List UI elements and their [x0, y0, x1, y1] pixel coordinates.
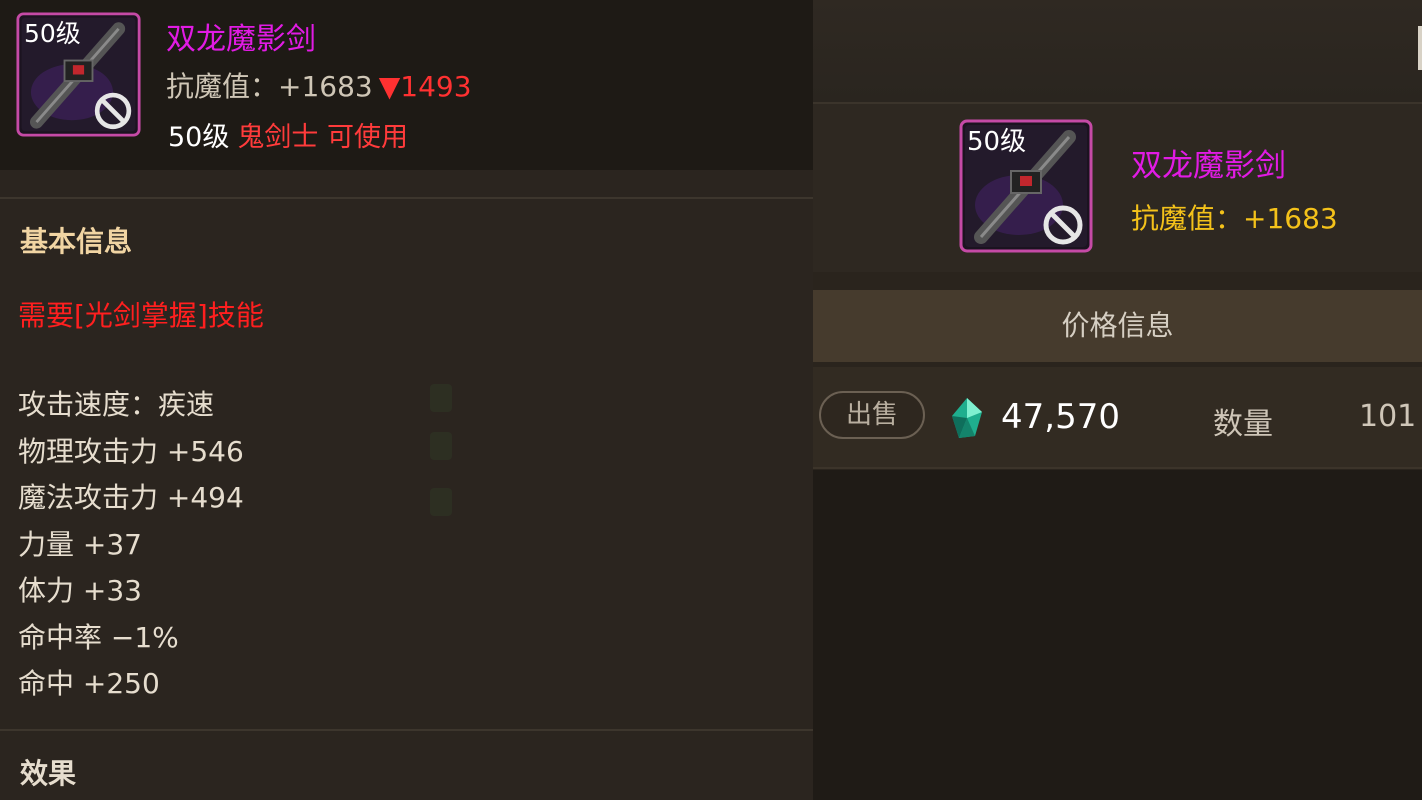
divider: [0, 729, 813, 731]
effect-title: 效果: [20, 757, 77, 790]
stat-diff: ▼1493: [378, 70, 472, 103]
sword-item-icon: 50级: [16, 12, 141, 137]
sword-item-icon[interactable]: 50级: [959, 119, 1093, 253]
ghost-gem-icon: [430, 384, 452, 412]
basic-info-title: 基本信息: [20, 225, 133, 258]
game-screen: 50级 双龙魔影剑 抗魔值：+1683 价格信息 出售 47,570 数量 10…: [0, 0, 1422, 800]
stat-line: 攻击速度：疾速: [18, 388, 215, 421]
skill-requirement: 需要[光剑掌握]技能: [18, 299, 264, 332]
price-value: 47,570: [1001, 397, 1120, 437]
stat-line: 体力 +33: [18, 574, 142, 607]
stat-value: 抗魔值：+1683: [166, 70, 373, 103]
stat-line: 命中率 −1%: [18, 620, 179, 654]
sell-button[interactable]: 出售: [819, 391, 925, 439]
selected-item-card[interactable]: 50级 双龙魔影剑 抗魔值：+1683: [813, 104, 1422, 272]
stat-line: 力量 +37: [18, 527, 142, 561]
class-restriction: 鬼剑士 可使用: [237, 122, 408, 153]
item-name: 双龙魔影剑: [166, 22, 316, 57]
ghost-gem-icon: [430, 432, 452, 460]
item-stat: 抗魔值：+1683 ▼1493: [166, 65, 472, 105]
sale-row: 出售 47,570 数量 101: [813, 367, 1422, 469]
market-panel: 50级 双龙魔影剑 抗魔值：+1683 价格信息 出售 47,570 数量 10…: [813, 0, 1422, 800]
stat-line: 魔法攻击力 +494: [18, 481, 244, 514]
scroll-edge-marker: [1418, 26, 1422, 70]
quantity-value: 101: [1359, 399, 1417, 434]
item-tooltip: 50级 双龙魔影剑 抗魔值：+1683 ▼1493 50级 鬼剑士 可使用 基本信息…: [0, 0, 813, 800]
item-name: 双龙魔影剑: [1131, 148, 1286, 184]
level-badge: 50级: [967, 127, 1027, 157]
item-stat: 抗魔值：+1683: [1131, 202, 1338, 235]
level-badge: 50级: [24, 19, 81, 48]
divider: [0, 197, 813, 199]
listing-area: [813, 470, 1422, 800]
tooltip-header: 50级 双龙魔影剑 抗魔值：+1683 ▼1493 50级 鬼剑士 可使用: [0, 0, 813, 170]
stats-list: 攻击速度：疾速 物理攻击力 +546 魔法攻击力 +494 力量 +37 体力 …: [18, 385, 244, 711]
stat-line: 物理攻击力 +546: [18, 434, 244, 468]
ghost-gem-icon: [430, 488, 452, 516]
quantity-label: 数量: [1213, 407, 1273, 442]
usage-line: 50级 鬼剑士 可使用: [168, 115, 408, 154]
price-info-header: 价格信息: [813, 290, 1422, 362]
stat-line: 命中 +250: [18, 667, 160, 700]
gem-currency-icon: [949, 396, 985, 440]
required-level: 50级: [168, 122, 230, 153]
market-top-bar: [813, 0, 1422, 104]
